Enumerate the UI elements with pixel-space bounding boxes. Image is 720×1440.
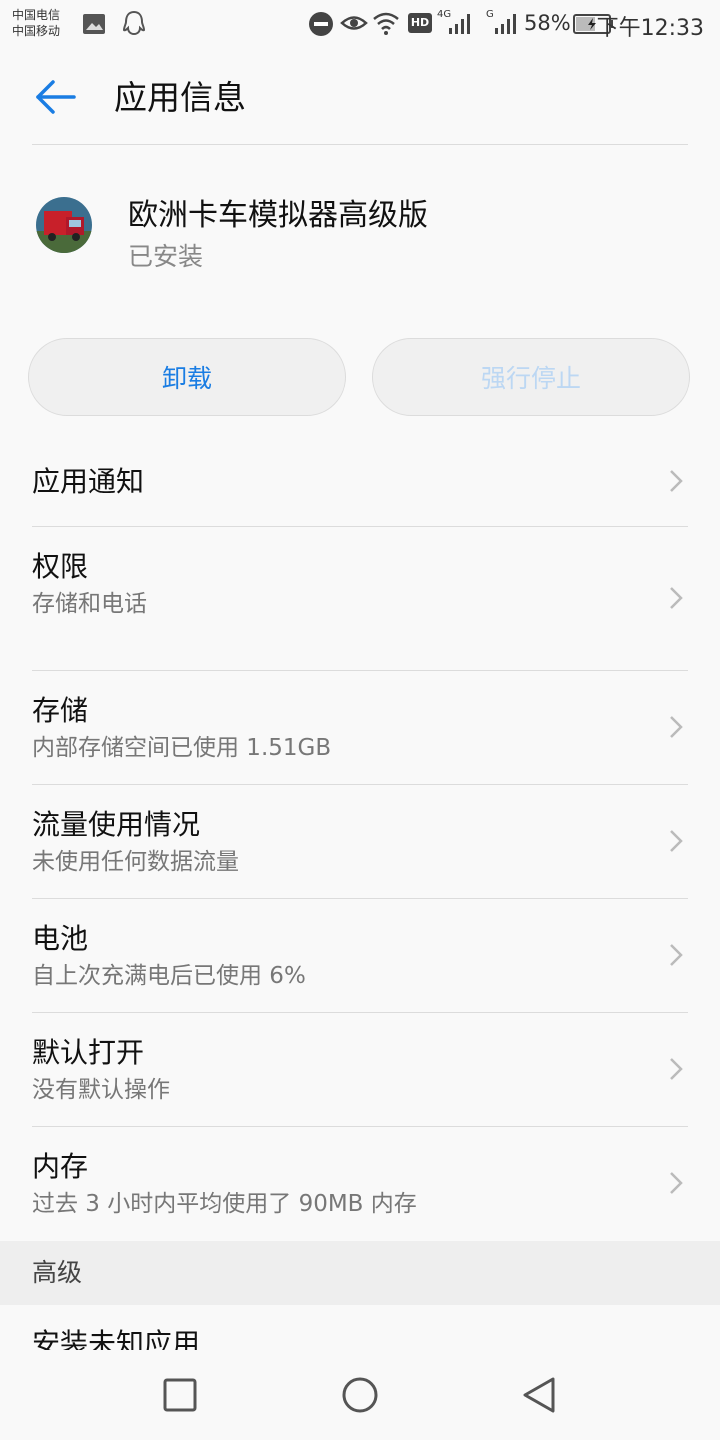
arrow-left-icon bbox=[36, 80, 76, 114]
list-item-title: 流量使用情况 bbox=[32, 808, 201, 841]
app-name: 欧洲卡车模拟器高级版 bbox=[128, 198, 428, 233]
section-header-advanced: 高级 bbox=[0, 1241, 720, 1305]
list-item-title: 权限 bbox=[32, 550, 89, 583]
do-not-disturb-icon bbox=[309, 12, 333, 36]
signal-icon bbox=[449, 14, 470, 34]
chevron-right-icon bbox=[670, 1172, 683, 1194]
square-icon bbox=[163, 1378, 197, 1412]
force-stop-button: 强行停止 bbox=[372, 338, 690, 416]
list-item-title: 默认打开 bbox=[32, 1036, 145, 1069]
battery-percent: 58% bbox=[524, 11, 571, 35]
list-item-subtitle: 未使用任何数据流量 bbox=[32, 849, 239, 875]
list-item-data-usage[interactable]: 流量使用情况 未使用任何数据流量 bbox=[32, 785, 688, 898]
qq-icon bbox=[122, 10, 146, 36]
chevron-right-icon bbox=[670, 1058, 683, 1080]
wifi-icon bbox=[373, 12, 399, 35]
signal-icon bbox=[495, 14, 516, 34]
list-item-title: 应用通知 bbox=[32, 465, 145, 498]
back-button[interactable] bbox=[34, 78, 78, 116]
eye-comfort-icon bbox=[340, 16, 368, 30]
back-nav-button[interactable] bbox=[515, 1370, 565, 1420]
chevron-right-icon bbox=[670, 716, 683, 738]
section-label: 高级 bbox=[32, 1258, 83, 1287]
recent-apps-button[interactable] bbox=[155, 1370, 205, 1420]
chevron-right-icon bbox=[670, 470, 683, 492]
list-item-storage[interactable]: 存储 内部存储空间已使用 1.51GB bbox=[32, 671, 688, 784]
list-item-title: 存储 bbox=[32, 694, 89, 727]
app-install-status: 已安装 bbox=[128, 242, 204, 271]
chevron-right-icon bbox=[670, 944, 683, 966]
list-item-subtitle: 内部存储空间已使用 1.51GB bbox=[32, 735, 332, 761]
uninstall-button[interactable]: 卸载 bbox=[28, 338, 346, 416]
list-item-open-by-default[interactable]: 默认打开 没有默认操作 bbox=[32, 1013, 688, 1126]
list-item-battery[interactable]: 电池 自上次充满电后已使用 6% bbox=[32, 899, 688, 1012]
list-item-subtitle: 存储和电话 bbox=[32, 591, 147, 617]
navigation-bar bbox=[0, 1350, 720, 1440]
gallery-icon bbox=[83, 14, 105, 34]
list-item-title: 电池 bbox=[32, 922, 89, 955]
list-item-title: 内存 bbox=[32, 1150, 89, 1183]
header-divider bbox=[32, 144, 688, 145]
chevron-right-icon bbox=[670, 830, 683, 852]
list-item-subtitle: 过去 3 小时内平均使用了 90MB 内存 bbox=[32, 1191, 417, 1217]
carrier-1: 中国电信 bbox=[12, 8, 61, 22]
circle-icon bbox=[342, 1377, 378, 1413]
carrier-info: 中国电信 中国移动 bbox=[12, 7, 60, 39]
list-item-app-notifications[interactable]: 应用通知 bbox=[32, 444, 688, 526]
hd-icon: HD bbox=[408, 13, 432, 33]
truck-app-icon bbox=[36, 197, 92, 253]
status-bar: 中国电信 中国移动 HD 4G G 58% 下午12:33 bbox=[0, 0, 720, 50]
page-title: 应用信息 bbox=[114, 78, 246, 117]
list-item-subtitle: 没有默认操作 bbox=[32, 1077, 170, 1103]
chevron-right-icon bbox=[670, 587, 683, 609]
home-button[interactable] bbox=[335, 1370, 385, 1420]
list-item-memory[interactable]: 内存 过去 3 小时内平均使用了 90MB 内存 bbox=[32, 1127, 688, 1240]
list-item-subtitle: 自上次充满电后已使用 6% bbox=[32, 963, 306, 989]
carrier-2: 中国移动 bbox=[12, 24, 61, 38]
triangle-back-icon bbox=[523, 1377, 555, 1413]
list-item-permissions[interactable]: 权限 存储和电话 bbox=[32, 527, 688, 670]
clock: 下午12:33 bbox=[596, 16, 704, 41]
